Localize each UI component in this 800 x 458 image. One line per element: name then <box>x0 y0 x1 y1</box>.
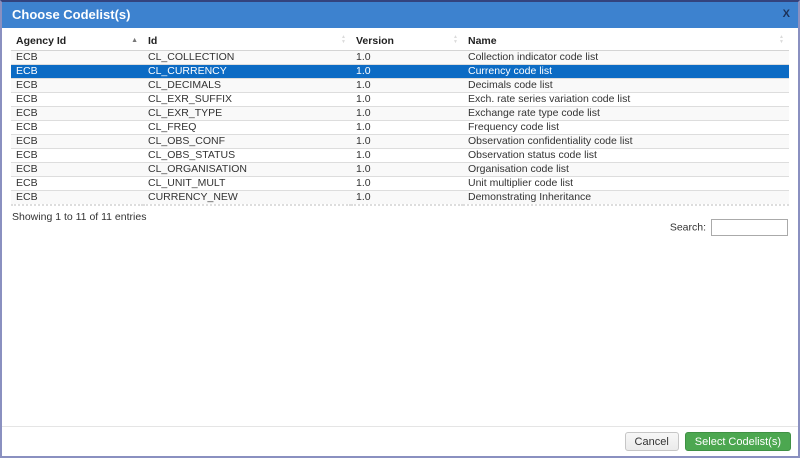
cell-agency-id: ECB <box>11 134 143 149</box>
cell-name: Collection indicator code list <box>463 50 789 65</box>
cell-agency-id: ECB <box>11 106 143 121</box>
cell-version: 1.0 <box>351 78 463 93</box>
table-row[interactable]: ECB CL_UNIT_MULT 1.0 Unit multiplier cod… <box>11 176 789 191</box>
cell-id: CL_EXR_SUFFIX <box>143 92 351 107</box>
table-row[interactable]: ECB CL_OBS_STATUS 1.0 Observation status… <box>11 148 789 163</box>
column-header-version[interactable]: Version ▲ ▼ <box>351 32 463 51</box>
column-label: Agency Id <box>16 35 67 47</box>
codelist-table: Agency Id ▲ Id ▲▼ Version ▲▼ Name ▲▼ <box>11 32 789 206</box>
close-icon[interactable]: X <box>783 2 790 26</box>
cell-agency-id: ECB <box>11 120 143 135</box>
cancel-button[interactable]: Cancel <box>624 432 679 451</box>
column-header-id[interactable]: Id ▲ ▼ <box>143 32 351 51</box>
sort-icon: ▲ ▼ <box>341 34 346 45</box>
cell-name: Demonstrating Inheritance <box>463 190 789 206</box>
sort-ascending-icon: ▲ <box>131 37 138 44</box>
cell-version: 1.0 <box>351 92 463 107</box>
table-header: Agency Id ▲ Id ▲ ▼ Version ▲ ▼ Name ▲ ▼ <box>11 32 789 51</box>
cell-agency-id: ECB <box>11 78 143 93</box>
cell-name: Frequency code list <box>463 120 789 135</box>
choose-codelist-dialog: Choose Codelist(s) X Agency Id ▲ Id ▲ ▼ V… <box>0 0 800 458</box>
table-row[interactable]: ECB CL_DECIMALS 1.0 Decimals code list <box>11 78 789 93</box>
cell-agency-id: ECB <box>11 50 143 65</box>
table-row[interactable]: ECB CL_ORGANISATION 1.0 Organisation cod… <box>11 162 789 177</box>
cell-id: CL_OBS_CONF <box>143 134 351 149</box>
search-input[interactable] <box>711 219 788 236</box>
cell-name: Organisation code list <box>463 162 789 177</box>
column-label: Id <box>148 35 158 47</box>
cell-version: 1.0 <box>351 64 463 79</box>
cell-name: Observation status code list <box>463 148 789 163</box>
cell-version: 1.0 <box>351 134 463 149</box>
column-label: Version <box>356 35 394 47</box>
cell-version: 1.0 <box>351 50 463 65</box>
cell-id: CL_DECIMALS <box>143 78 351 93</box>
cell-id: CL_UNIT_MULT <box>143 176 351 191</box>
cell-version: 1.0 <box>351 148 463 163</box>
search-label: Search: <box>669 221 706 234</box>
table-row[interactable]: ECB CL_EXR_SUFFIX 1.0 Exch. rate series … <box>11 92 789 107</box>
cell-agency-id: ECB <box>11 64 143 79</box>
dialog-footer: Cancel Select Codelist(s) <box>2 426 798 456</box>
column-label: Name <box>468 35 497 47</box>
table-row[interactable]: ECB CL_OBS_CONF 1.0 Observation confiden… <box>11 134 789 149</box>
dialog-titlebar: Choose Codelist(s) X <box>2 2 798 28</box>
cell-agency-id: ECB <box>11 92 143 107</box>
cell-id: CL_OBS_STATUS <box>143 148 351 163</box>
entries-info: Showing 1 to 11 of 11 entries <box>12 211 147 223</box>
column-header-agency-id[interactable]: Agency Id ▲ <box>11 32 143 51</box>
table-row[interactable]: ECB CL_CURRENCY 1.0 Currency code list <box>11 64 789 79</box>
cell-agency-id: ECB <box>11 190 143 206</box>
cell-id: CL_COLLECTION <box>143 50 351 65</box>
cell-version: 1.0 <box>351 106 463 121</box>
cell-id: CURRENCY_NEW <box>143 190 351 206</box>
sort-icon: ▲ ▼ <box>453 34 458 45</box>
cell-name: Currency code list <box>463 64 789 79</box>
cell-name: Observation confidentiality code list <box>463 134 789 149</box>
column-header-name[interactable]: Name ▲ ▼ <box>463 32 789 51</box>
table-header-row: Agency Id ▲ Id ▲ ▼ Version ▲ ▼ Name ▲ ▼ <box>11 32 789 51</box>
table-row[interactable]: ECB CL_EXR_TYPE 1.0 Exchange rate type c… <box>11 106 789 121</box>
cell-name: Exch. rate series variation code list <box>463 92 789 107</box>
table-row[interactable]: ECB CL_COLLECTION 1.0 Collection indicat… <box>11 50 789 65</box>
cell-id: CL_ORGANISATION <box>143 162 351 177</box>
cell-agency-id: ECB <box>11 162 143 177</box>
cell-id: CL_EXR_TYPE <box>143 106 351 121</box>
cell-id: CL_CURRENCY <box>143 64 351 79</box>
sort-icon: ▲ ▼ <box>779 34 784 45</box>
select-codelists-button[interactable]: Select Codelist(s) <box>684 432 791 451</box>
search-control: Search: <box>670 219 788 236</box>
dialog-title: Choose Codelist(s) <box>12 7 131 22</box>
cell-id: CL_FREQ <box>143 120 351 135</box>
cell-version: 1.0 <box>351 176 463 191</box>
cell-version: 1.0 <box>351 120 463 135</box>
table-row[interactable]: ECB CL_FREQ 1.0 Frequency code list <box>11 120 789 135</box>
cell-name: Exchange rate type code list <box>463 106 789 121</box>
cell-name: Unit multiplier code list <box>463 176 789 191</box>
table-body: ECB CL_COLLECTION 1.0 Collection indicat… <box>11 50 789 206</box>
table-footer-controls: Showing 1 to 11 of 11 entries Search: <box>11 206 789 242</box>
cell-agency-id: ECB <box>11 148 143 163</box>
table-row[interactable]: ECB CURRENCY_NEW 1.0 Demonstrating Inher… <box>11 190 789 206</box>
cell-name: Decimals code list <box>463 78 789 93</box>
cell-agency-id: ECB <box>11 176 143 191</box>
dialog-body: Agency Id ▲ Id ▲▼ Version ▲▼ Name ▲▼ <box>2 28 798 242</box>
cell-version: 1.0 <box>351 190 463 206</box>
cell-version: 1.0 <box>351 162 463 177</box>
